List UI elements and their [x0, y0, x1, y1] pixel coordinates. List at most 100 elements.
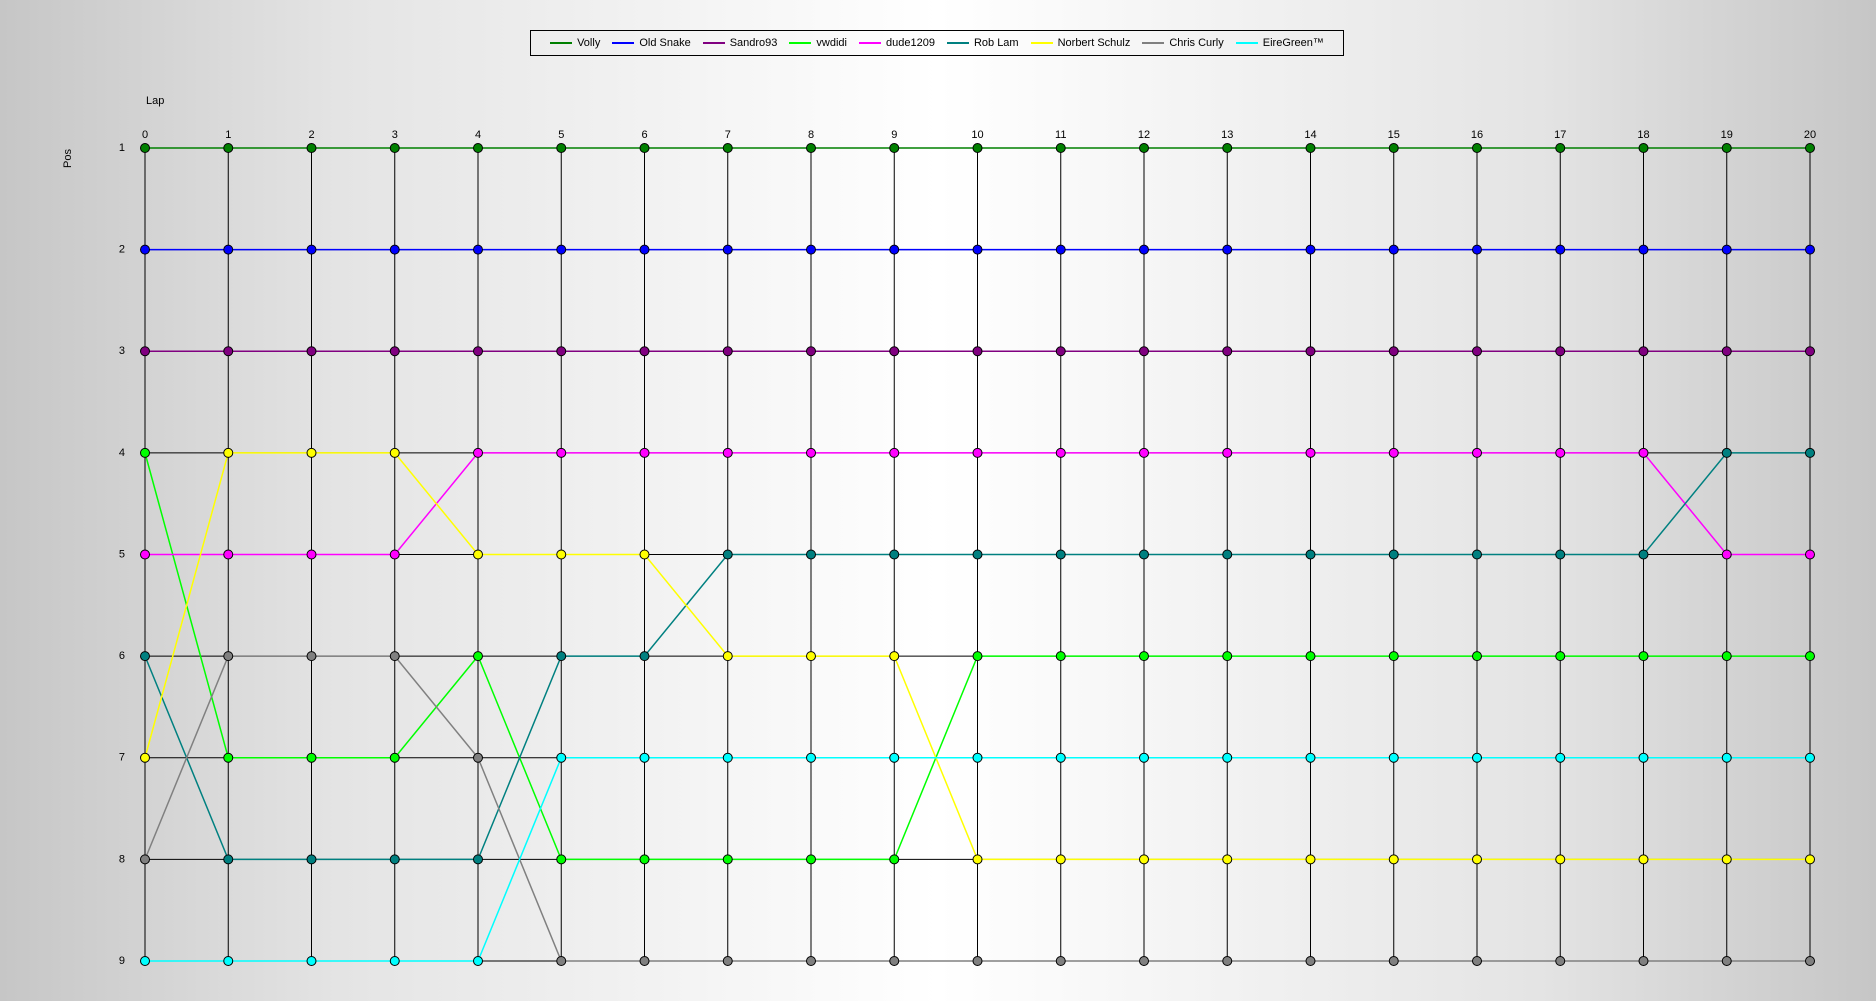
series-point-4 [1055, 447, 1066, 458]
position-chart: 0 1 2 3 4 5 6 7 8 9 10 11 12 13 14 15 16 17 18 19 2012345678… [119, 129, 1816, 967]
y-tick-label: 4 [119, 447, 125, 459]
series-point-2 [722, 346, 733, 357]
series-point-2 [1055, 346, 1066, 357]
series-point-8 [140, 956, 150, 966]
series-point-8 [639, 752, 650, 763]
series-point-1 [473, 244, 483, 255]
y-tick-label: 2 [119, 244, 125, 256]
series-point-5 [306, 854, 317, 865]
series-point-8 [972, 752, 983, 763]
series-point-7 [1305, 956, 1316, 966]
series-point-3 [223, 752, 234, 763]
x-tick-label: 14 [1304, 129, 1316, 141]
series-point-1 [1555, 244, 1566, 255]
y-tick-label: 7 [119, 752, 125, 764]
series-point-6 [972, 854, 983, 865]
series-point-2 [1638, 346, 1649, 357]
y-tick-label: 6 [119, 650, 125, 662]
series-point-2 [1222, 346, 1233, 357]
x-tick-label: 16 [1471, 129, 1483, 141]
series-point-7 [639, 956, 650, 966]
series-point-6 [1472, 854, 1482, 865]
series-point-1 [1139, 244, 1149, 255]
series-point-4 [1472, 447, 1482, 458]
x-tick-label: 13 [1221, 129, 1233, 141]
series-point-4 [1139, 447, 1149, 458]
series-point-2 [1388, 346, 1399, 357]
series-point-3 [1055, 651, 1066, 662]
series-point-5 [889, 549, 900, 560]
series-point-7 [972, 956, 983, 966]
series-point-5 [1472, 549, 1482, 560]
series-point-3 [556, 854, 567, 865]
series-point-2 [389, 346, 400, 357]
series-point-6 [1139, 854, 1149, 865]
series-point-8 [1305, 752, 1316, 763]
series-point-4 [1638, 447, 1649, 458]
series-point-5 [1805, 447, 1815, 458]
series-point-8 [389, 956, 400, 966]
series-point-0 [556, 143, 567, 153]
series-point-0 [1222, 143, 1233, 153]
series-point-4 [806, 447, 816, 458]
series-point-4 [1388, 447, 1399, 458]
series-point-0 [389, 143, 400, 153]
x-tick-label: 4 [475, 129, 481, 141]
series-point-3 [1721, 651, 1732, 662]
series-point-1 [389, 244, 400, 255]
series-point-6 [140, 752, 150, 763]
series-point-6 [1388, 854, 1399, 865]
x-tick-label: 11 [1055, 129, 1066, 141]
series-point-3 [972, 651, 983, 662]
series-point-6 [556, 549, 567, 560]
series-point-3 [1472, 651, 1482, 662]
series-point-0 [1638, 143, 1649, 153]
x-tick-label: 0 [142, 129, 148, 141]
series-point-5 [1638, 549, 1649, 560]
series-point-1 [806, 244, 816, 255]
series-point-3 [306, 752, 317, 763]
series-point-8 [1222, 752, 1233, 763]
series-point-0 [722, 143, 733, 153]
series-point-2 [1472, 346, 1482, 357]
series-point-3 [1388, 651, 1399, 662]
series-point-7 [556, 956, 567, 966]
series-point-2 [306, 346, 317, 357]
series-point-2 [972, 346, 983, 357]
series-point-1 [889, 244, 900, 255]
series-point-3 [1805, 651, 1815, 662]
series-point-0 [1388, 143, 1399, 153]
series-point-8 [556, 752, 567, 763]
series-point-4 [889, 447, 900, 458]
series-point-4 [556, 447, 567, 458]
series-point-0 [889, 143, 900, 153]
series-point-1 [639, 244, 650, 255]
series-point-5 [473, 854, 483, 865]
x-tick-label: 5 [558, 129, 564, 141]
series-point-3 [1638, 651, 1649, 662]
series-point-2 [806, 346, 816, 357]
chart-root: Volly Old Snake Sandro93 vwdidi dude1209 Rob … [0, 0, 1876, 1001]
series-point-7 [1222, 956, 1233, 966]
y-tick-label: 5 [119, 548, 125, 560]
series-point-8 [1139, 752, 1149, 763]
series-point-4 [1305, 447, 1316, 458]
series-point-2 [223, 346, 234, 357]
series-point-7 [140, 854, 150, 865]
series-point-2 [889, 346, 900, 357]
series-point-8 [473, 956, 483, 966]
series-point-2 [1555, 346, 1566, 357]
series-point-5 [972, 549, 983, 560]
series-point-6 [722, 651, 733, 662]
series-point-3 [1555, 651, 1566, 662]
series-point-1 [1055, 244, 1066, 255]
x-tick-label: 6 [641, 129, 647, 141]
x-tick-label: 12 [1138, 129, 1150, 141]
series-point-0 [1305, 143, 1316, 153]
series-point-0 [806, 143, 816, 153]
series-point-0 [1472, 143, 1482, 153]
x-tick-label: 8 [808, 129, 814, 141]
series-point-0 [1055, 143, 1066, 153]
series-point-1 [306, 244, 317, 255]
series-point-0 [1555, 143, 1566, 153]
